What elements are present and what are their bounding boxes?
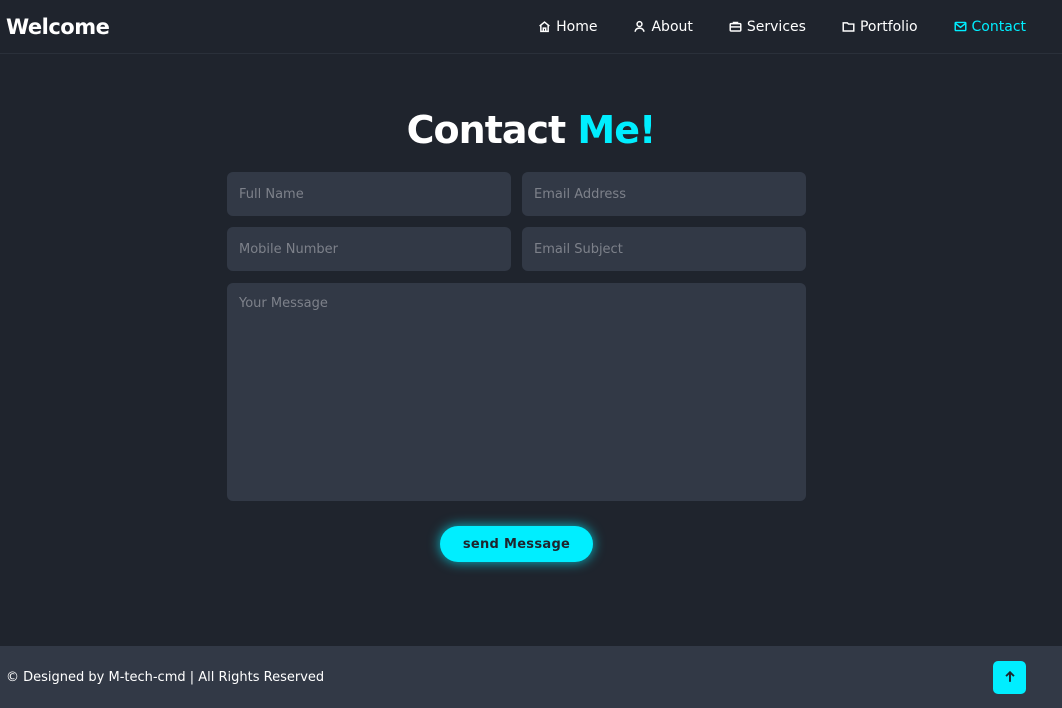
user-icon	[634, 20, 646, 32]
copyright-text: © Designed by M-tech-cmd | All Rights Re…	[6, 669, 325, 685]
nav-home[interactable]: Home	[538, 19, 597, 35]
email-address-input[interactable]	[522, 172, 806, 216]
nav-contact[interactable]: Contact	[954, 19, 1026, 35]
nav-services-label: Services	[746, 18, 806, 35]
nav-services[interactable]: Services	[729, 19, 806, 35]
page-title: Contact Me!	[0, 108, 1062, 152]
title-main: Contact	[406, 108, 567, 152]
scroll-top-button[interactable]	[993, 660, 1026, 694]
logo[interactable]: Welcome	[6, 15, 110, 39]
arrow-up-icon	[1004, 670, 1015, 682]
site-header: Welcome Home About Services Portfolio Co…	[0, 0, 1062, 54]
title-accent: Me!	[577, 108, 656, 152]
nav-portfolio-label: Portfolio	[859, 18, 918, 35]
folder-icon	[842, 22, 855, 32]
site-footer: © Designed by M-tech-cmd | All Rights Re…	[0, 646, 1062, 708]
contact-section: Contact Me! send Message	[0, 54, 1062, 646]
mobile-number-input[interactable]	[227, 227, 511, 271]
home-icon	[539, 21, 550, 33]
nav-about[interactable]: About	[633, 18, 693, 35]
full-name-input[interactable]	[227, 172, 511, 216]
nav-about-label: About	[651, 18, 693, 35]
nav-portfolio[interactable]: Portfolio	[842, 19, 918, 35]
nav-home-label: Home	[556, 18, 598, 35]
main-nav: Home About Services Portfolio Contact	[502, 19, 1026, 35]
nav-contact-label: Contact	[971, 18, 1026, 35]
send-message-button[interactable]: send Message	[440, 526, 593, 562]
mail-icon	[954, 21, 967, 32]
email-subject-input[interactable]	[522, 227, 806, 271]
briefcase-icon	[729, 21, 742, 32]
message-textarea[interactable]	[227, 283, 806, 501]
